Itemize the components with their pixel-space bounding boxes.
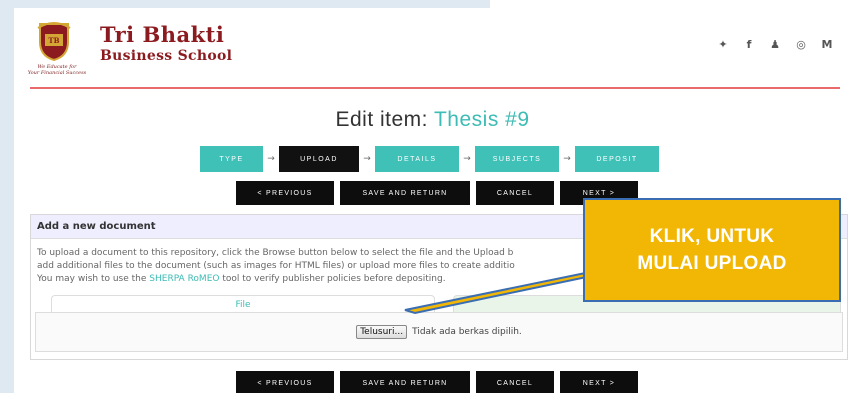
- snapchat-icon[interactable]: ♟: [769, 38, 781, 51]
- instagram-icon[interactable]: ◎: [795, 38, 807, 51]
- medium-icon[interactable]: M: [821, 38, 833, 51]
- step-arrow-icon: →: [363, 154, 371, 164]
- step-arrow-icon: →: [267, 154, 275, 164]
- page-title-item: Thesis #9: [433, 108, 530, 131]
- brand-title[interactable]: Tri Bhakti: [100, 22, 224, 47]
- step-upload[interactable]: UPLOAD: [279, 146, 359, 172]
- top-nav-buttons: < PREVIOUS SAVE AND RETURN CANCEL NEXT >: [236, 181, 638, 205]
- workflow-steps: TYPE → UPLOAD → DETAILS → SUBJECTS → DEP…: [200, 146, 659, 172]
- social-links: ✦ f ♟ ◎ M: [717, 38, 833, 51]
- tab-file[interactable]: File: [51, 295, 435, 313]
- step-details[interactable]: DETAILS: [375, 146, 459, 172]
- callout-line-2: MULAI UPLOAD: [637, 253, 787, 274]
- browse-button[interactable]: Telusuri...: [356, 325, 408, 339]
- annotation-callout: KLIK, UNTUK MULAI UPLOAD: [583, 198, 841, 302]
- step-arrow-icon: →: [563, 154, 571, 164]
- cancel-button-bottom[interactable]: CANCEL: [476, 371, 554, 393]
- next-button-bottom[interactable]: NEXT >: [560, 371, 638, 393]
- previous-button-bottom[interactable]: < PREVIOUS: [236, 371, 334, 393]
- facebook-icon[interactable]: f: [743, 38, 755, 51]
- sherpa-romeo-link[interactable]: SHERPA RoMEO: [149, 274, 219, 284]
- tagline-line-2: Your Financial Success: [27, 70, 87, 76]
- brand-tagline: We Educate for Your Financial Success: [22, 64, 92, 76]
- crest-text: TB: [48, 36, 59, 45]
- twitter-icon[interactable]: ✦: [717, 38, 729, 51]
- instruction-prefix: You may wish to use the: [37, 274, 150, 284]
- step-subjects[interactable]: SUBJECTS: [475, 146, 559, 172]
- step-arrow-icon: →: [463, 154, 471, 164]
- save-and-return-button[interactable]: SAVE AND RETURN: [340, 181, 470, 205]
- step-type[interactable]: TYPE: [200, 146, 263, 172]
- school-crest-logo[interactable]: TB: [36, 20, 72, 62]
- page-title-prefix: Edit item:: [335, 108, 434, 131]
- file-upload-area: Telusuri... Tidak ada berkas dipilih.: [35, 312, 843, 352]
- header-divider: [30, 87, 840, 89]
- cancel-button[interactable]: CANCEL: [476, 181, 554, 205]
- brand-subtitle[interactable]: Business School: [100, 48, 232, 64]
- save-and-return-button-bottom[interactable]: SAVE AND RETURN: [340, 371, 470, 393]
- no-file-selected-text: Tidak ada berkas dipilih.: [412, 327, 522, 337]
- previous-button[interactable]: < PREVIOUS: [236, 181, 334, 205]
- step-deposit[interactable]: DEPOSIT: [575, 146, 659, 172]
- instruction-suffix: tool to verify publisher policies before…: [219, 274, 446, 284]
- page-title: Edit item: Thesis #9: [14, 108, 851, 132]
- bottom-nav-buttons: < PREVIOUS SAVE AND RETURN CANCEL NEXT >: [236, 371, 638, 393]
- callout-line-1: KLIK, UNTUK: [649, 226, 775, 247]
- window-frame-left: [0, 0, 14, 393]
